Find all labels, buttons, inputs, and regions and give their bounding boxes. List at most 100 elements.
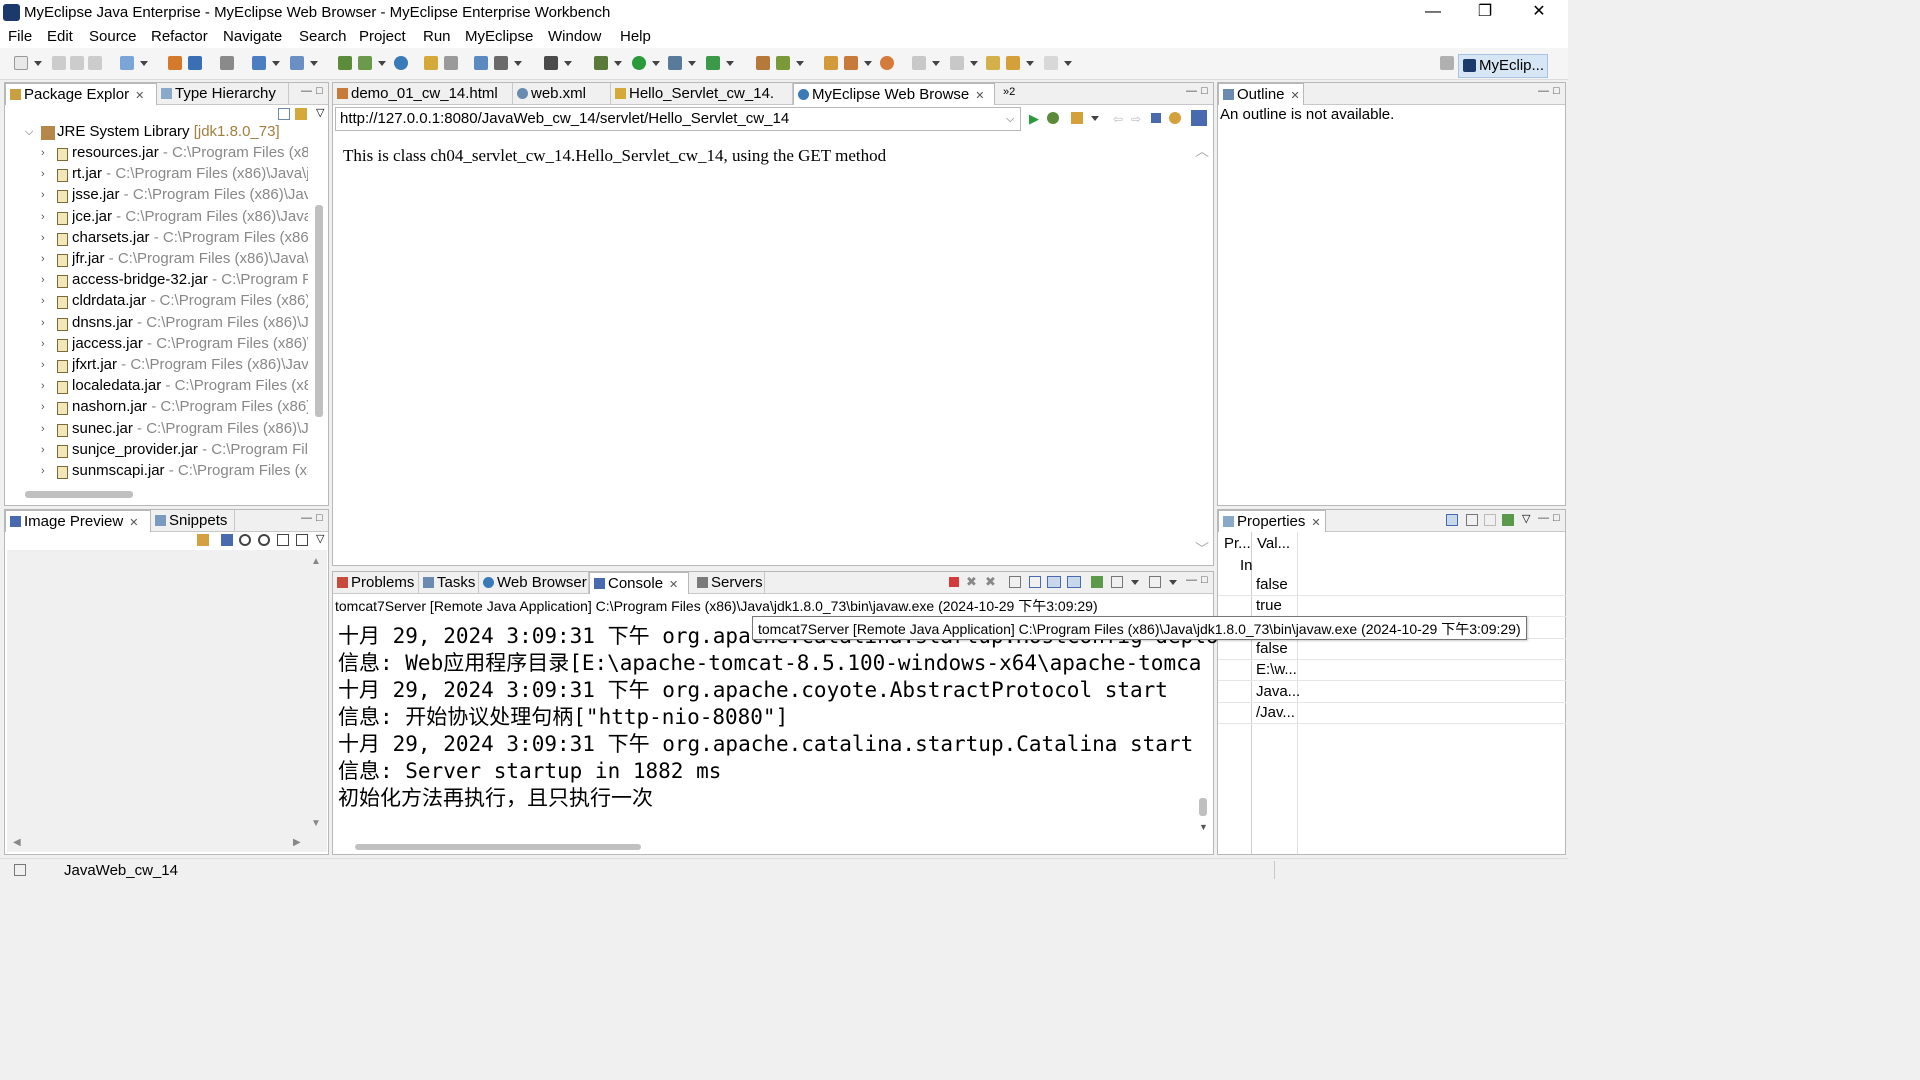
scroll-down-icon[interactable]: ▼ xyxy=(1199,822,1208,832)
jar-item[interactable]: › cldrdata.jar - C:\Program Files (x86)\ xyxy=(5,292,310,313)
jar-item[interactable]: › rt.jar - C:\Program Files (x86)\Java\jc xyxy=(5,165,310,186)
clear-console-icon[interactable] xyxy=(1009,576,1021,588)
more-tabs-button[interactable]: »2 xyxy=(1003,86,1015,98)
tab-web-xml[interactable]: web.xml xyxy=(513,83,611,105)
pin-icon[interactable] xyxy=(1502,514,1514,526)
tree-root-jre[interactable]: ⌵ JRE System Library [jdk1.8.0_73] xyxy=(5,123,305,144)
maximize-icon[interactable]: □ xyxy=(1201,574,1208,586)
coverage-icon[interactable] xyxy=(668,56,682,70)
chevron-down-icon[interactable] xyxy=(1131,580,1139,585)
debug-icon[interactable] xyxy=(594,56,608,70)
remove-launch-icon[interactable]: ✖ xyxy=(966,574,977,590)
jar-item[interactable]: › jaccess.jar - C:\Program Files (x86)\. xyxy=(5,335,310,356)
tab-problems[interactable]: Problems xyxy=(333,572,419,594)
maximize-icon[interactable]: □ xyxy=(316,85,323,97)
package-icon[interactable] xyxy=(338,56,352,70)
chevron-down-icon[interactable] xyxy=(1169,580,1177,585)
terminal-icon[interactable] xyxy=(220,56,234,70)
jar-item[interactable]: › resources.jar - C:\Program Files (x86 xyxy=(5,144,310,165)
run-icon[interactable] xyxy=(632,56,646,70)
minimize-icon[interactable]: — xyxy=(1186,574,1197,586)
pin-console-icon[interactable] xyxy=(1091,576,1103,588)
console-vertical-scrollbar[interactable] xyxy=(1199,798,1207,816)
url-field[interactable]: http://127.0.0.1:8080/JavaWeb_cw_14/serv… xyxy=(335,107,1021,131)
forward-icon[interactable]: ⇨ xyxy=(1131,112,1141,126)
jar-item[interactable]: › jfr.jar - C:\Program Files (x86)\Java\j xyxy=(5,250,310,271)
menu-project[interactable]: Project xyxy=(359,28,406,45)
open-perspective-icon[interactable] xyxy=(1440,56,1454,70)
settings-icon[interactable] xyxy=(494,56,508,70)
tab-type-hierarchy[interactable]: Type Hierarchy xyxy=(157,83,289,105)
open-type-icon[interactable] xyxy=(824,56,838,70)
jar-item[interactable]: › charsets.jar - C:\Program Files (x86)\ xyxy=(5,229,310,250)
tab-web-browser[interactable]: MyEclipse Web Browse ✕ xyxy=(793,83,995,105)
tab-web-browser-view[interactable]: Web Browser xyxy=(479,572,589,594)
close-icon[interactable]: ✕ xyxy=(669,579,678,591)
chevron-right-icon[interactable]: › xyxy=(41,168,45,180)
browser-settings-icon[interactable] xyxy=(1191,110,1207,126)
chevron-down-icon[interactable] xyxy=(564,61,572,66)
favorites-icon[interactable] xyxy=(1071,112,1083,124)
new-project-icon[interactable] xyxy=(120,56,134,70)
back-icon[interactable] xyxy=(1006,56,1020,70)
jar-item[interactable]: › dnsns.jar - C:\Program Files (x86)\Ja xyxy=(5,314,310,335)
tab-demo-html[interactable]: demo_01_cw_14.html xyxy=(333,83,513,105)
jar-item[interactable]: › sunjce_provider.jar - C:\Program File xyxy=(5,441,310,462)
jar-item[interactable]: › jsse.jar - C:\Program Files (x86)\Java xyxy=(5,186,310,207)
scroll-down-icon[interactable]: ▼ xyxy=(311,818,321,829)
chevron-down-icon[interactable] xyxy=(796,61,804,66)
scroll-right-icon[interactable]: ▶ xyxy=(293,837,301,848)
chevron-right-icon[interactable]: › xyxy=(41,147,45,159)
fit-window-icon[interactable] xyxy=(296,534,308,546)
tab-servers[interactable]: Servers xyxy=(693,572,765,594)
tab-package-explorer[interactable]: Package Explor ✕ xyxy=(5,83,157,105)
chevron-right-icon[interactable]: › xyxy=(41,423,45,435)
print-icon[interactable] xyxy=(88,56,102,70)
column-header-property[interactable]: Pr... xyxy=(1224,535,1251,552)
jar-item[interactable]: › localedata.jar - C:\Program Files (x8 xyxy=(5,377,310,398)
chevron-down-icon[interactable] xyxy=(34,61,42,66)
scroll-lock-icon[interactable] xyxy=(1029,576,1041,588)
jar-item[interactable]: › nashorn.jar - C:\Program Files (x86)\ xyxy=(5,398,310,419)
menu-file[interactable]: File xyxy=(8,28,32,45)
property-row[interactable]: false xyxy=(1218,575,1566,596)
next-annotation-icon[interactable] xyxy=(912,56,926,70)
fast-view-icon[interactable] xyxy=(14,864,26,876)
chevron-down-icon[interactable] xyxy=(272,61,280,66)
show-stderr-icon[interactable] xyxy=(1067,576,1081,588)
chevron-down-icon[interactable] xyxy=(970,61,978,66)
display-console-icon[interactable] xyxy=(1111,576,1123,588)
tab-outline[interactable]: Outline ✕ xyxy=(1218,83,1304,105)
scroll-down-icon[interactable]: ﹀ xyxy=(1195,539,1209,559)
previous-annotation-icon[interactable] xyxy=(950,56,964,70)
refresh-icon[interactable] xyxy=(1169,112,1181,124)
actual-size-icon[interactable] xyxy=(277,534,289,546)
go-icon[interactable]: ▶ xyxy=(1029,111,1039,127)
view-menu-icon[interactable]: ▽ xyxy=(1522,512,1530,525)
chevron-down-icon[interactable] xyxy=(140,61,148,66)
chevron-down-icon[interactable] xyxy=(614,61,622,66)
show-stdout-icon[interactable] xyxy=(1047,576,1061,588)
property-group-info[interactable]: In xyxy=(1240,557,1253,574)
task-icon[interactable] xyxy=(880,56,894,70)
forward-icon[interactable] xyxy=(1044,56,1058,70)
monitor-icon[interactable] xyxy=(544,56,558,70)
horizontal-scrollbar[interactable] xyxy=(25,491,133,498)
close-icon[interactable]: ✕ xyxy=(975,90,984,102)
tab-hello-servlet[interactable]: Hello_Servlet_cw_14. xyxy=(611,83,793,105)
terminate-icon[interactable] xyxy=(949,577,959,587)
tab-snippets[interactable]: Snippets xyxy=(151,510,235,532)
new-package-icon[interactable] xyxy=(776,56,790,70)
chevron-right-icon[interactable]: › xyxy=(41,317,45,329)
menu-run[interactable]: Run xyxy=(423,28,451,45)
chevron-down-icon[interactable] xyxy=(378,61,386,66)
refresh-icon[interactable] xyxy=(444,56,458,70)
zoom-in-icon[interactable] xyxy=(258,534,270,546)
restore-button[interactable]: ❐ xyxy=(1462,2,1508,24)
fit-icon[interactable] xyxy=(221,534,233,546)
scroll-up-icon[interactable]: ▲ xyxy=(311,556,321,567)
menu-search[interactable]: Search xyxy=(299,28,347,45)
restore-default-icon[interactable] xyxy=(1484,514,1496,526)
menu-edit[interactable]: Edit xyxy=(47,28,73,45)
minimize-button[interactable]: — xyxy=(1410,2,1456,24)
